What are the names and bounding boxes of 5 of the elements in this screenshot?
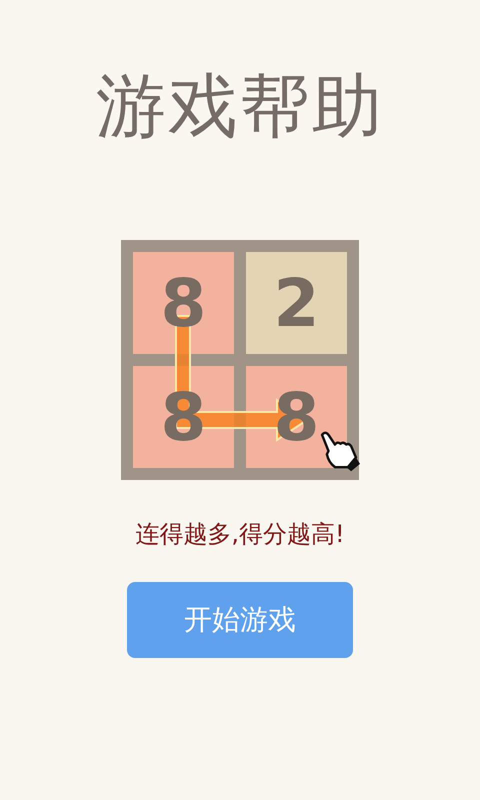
number-tile: 8 — [133, 252, 234, 354]
start-game-button[interactable]: 开始游戏 — [127, 582, 353, 658]
number-tile: 2 — [246, 252, 347, 354]
hint-text: 连得越多,得分越高! — [135, 519, 345, 550]
page-title: 游戏帮助 — [96, 66, 384, 146]
